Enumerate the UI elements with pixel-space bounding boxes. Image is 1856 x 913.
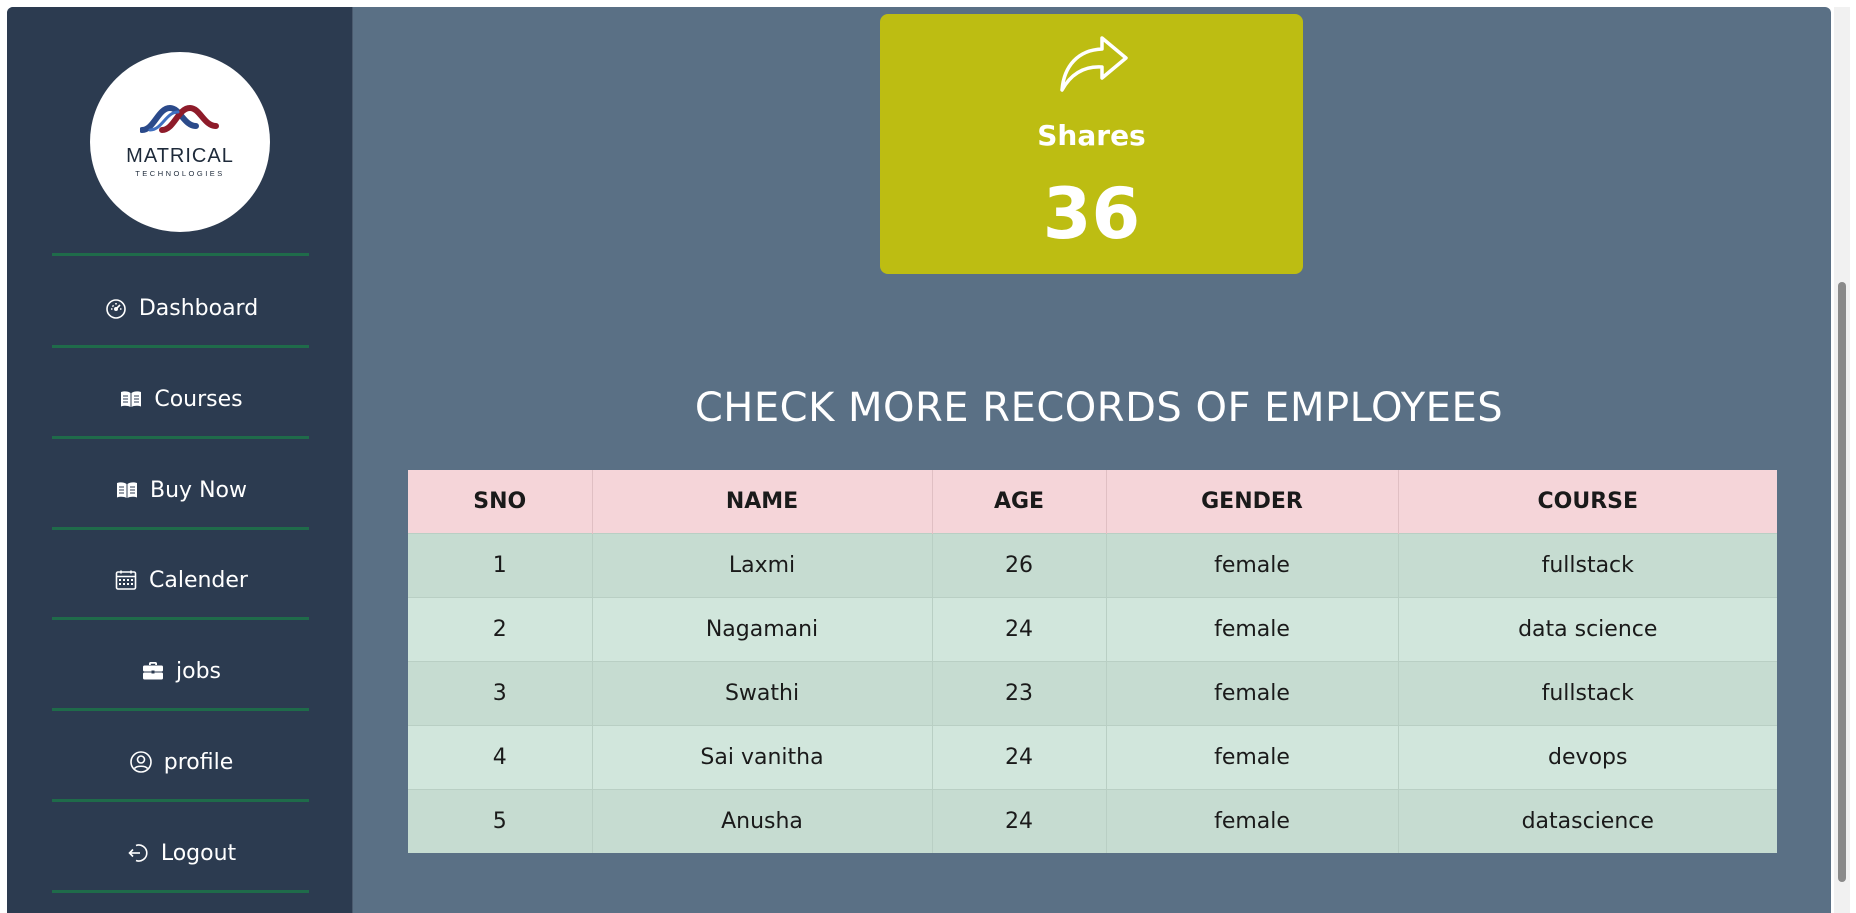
table-row: 1 Laxmi 26 female fullstack xyxy=(408,533,1777,598)
cell-course: datascience xyxy=(1398,789,1777,853)
cell-gender: female xyxy=(1106,725,1399,790)
cell-sno: 5 xyxy=(408,789,593,853)
column-header-sno: SNO xyxy=(408,470,593,534)
logo-mark-icon xyxy=(140,104,219,133)
nav-divider xyxy=(52,890,309,893)
briefcase-icon xyxy=(140,658,166,684)
cell-name: Sai vanitha xyxy=(592,725,933,790)
cell-course: fullstack xyxy=(1398,661,1777,726)
nav-divider xyxy=(52,527,309,530)
cell-course: data science xyxy=(1398,597,1777,662)
employees-table: SNO NAME AGE GENDER COURSE 1 Laxmi 26 fe… xyxy=(408,470,1777,853)
sidebar-item-label: Logout xyxy=(160,840,237,866)
cell-gender: female xyxy=(1106,789,1399,853)
cell-sno: 4 xyxy=(408,725,593,790)
table-row: 3 Swathi 23 female fullstack xyxy=(408,661,1777,726)
cell-sno: 3 xyxy=(408,661,593,726)
cell-gender: female xyxy=(1106,597,1399,662)
sidebar-item-label: Dashboard xyxy=(138,295,259,321)
cell-gender: female xyxy=(1106,533,1399,598)
sidebar-item-jobs[interactable]: jobs xyxy=(52,627,309,715)
section-heading: CHECK MORE RECORDS OF EMPLOYEES xyxy=(694,385,1504,431)
speedometer-icon xyxy=(103,295,129,321)
column-header-age: AGE xyxy=(932,470,1107,534)
company-logo: MATRICAL TECHNOLOGIES xyxy=(90,52,270,232)
scrollbar-thumb[interactable] xyxy=(1838,282,1846,882)
table-header-row: SNO NAME AGE GENDER COURSE xyxy=(408,470,1777,534)
cell-gender: female xyxy=(1106,661,1399,726)
column-header-course: COURSE xyxy=(1398,470,1777,534)
book-icon xyxy=(114,477,140,503)
cell-age: 24 xyxy=(932,597,1107,662)
nav-divider xyxy=(52,253,309,256)
table-row: 2 Nagamani 24 female data science xyxy=(408,597,1777,662)
table-row: 4 Sai vanitha 24 female devops xyxy=(408,725,1777,790)
cell-course: fullstack xyxy=(1398,533,1777,598)
book-icon xyxy=(118,386,144,412)
cell-name: Nagamani xyxy=(592,597,933,662)
sidebar-item-label: Buy Now xyxy=(150,477,247,503)
sidebar-item-label: Calender xyxy=(149,567,248,593)
cell-name: Laxmi xyxy=(592,533,933,598)
sidebar-item-profile[interactable]: profile xyxy=(52,718,309,806)
sidebar-item-logout[interactable]: Logout xyxy=(52,809,309,897)
nav-divider xyxy=(52,799,309,802)
sidebar-item-label: Courses xyxy=(154,386,243,412)
logo-tagline: TECHNOLOGIES xyxy=(135,169,225,178)
sidebar: MATRICAL TECHNOLOGIES Dashboard Courses … xyxy=(7,7,353,913)
sidebar-item-courses[interactable]: Courses xyxy=(52,355,309,443)
nav-divider xyxy=(52,436,309,439)
user-circle-icon xyxy=(128,749,154,775)
vertical-scrollbar[interactable] xyxy=(1834,7,1850,913)
nav-divider xyxy=(52,345,309,348)
column-header-gender: GENDER xyxy=(1106,470,1399,534)
table-row: 5 Anusha 24 female datascience xyxy=(408,789,1777,853)
logout-icon xyxy=(125,840,151,866)
shares-card: Shares 36 xyxy=(880,14,1303,274)
cell-name: Anusha xyxy=(592,789,933,853)
card-label: Shares xyxy=(1037,119,1146,152)
card-value: 36 xyxy=(1042,173,1141,255)
column-header-name: NAME xyxy=(592,470,933,534)
nav-divider xyxy=(52,708,309,711)
sidebar-item-buy-now[interactable]: Buy Now xyxy=(52,446,309,534)
cell-age: 26 xyxy=(932,533,1107,598)
sidebar-item-calender[interactable]: Calender xyxy=(52,536,309,624)
cell-course: devops xyxy=(1398,725,1777,790)
calendar-icon xyxy=(113,567,139,593)
app-window: MATRICAL TECHNOLOGIES Dashboard Courses … xyxy=(7,7,1831,913)
sidebar-item-dashboard[interactable]: Dashboard xyxy=(52,264,309,352)
share-icon xyxy=(1060,36,1128,92)
nav-divider xyxy=(52,617,309,620)
cell-age: 23 xyxy=(932,661,1107,726)
logo-name: MATRICAL xyxy=(126,145,234,167)
cell-sno: 2 xyxy=(408,597,593,662)
cell-age: 24 xyxy=(932,789,1107,853)
cell-age: 24 xyxy=(932,725,1107,790)
cell-sno: 1 xyxy=(408,533,593,598)
cell-name: Swathi xyxy=(592,661,933,726)
sidebar-item-label: jobs xyxy=(176,658,221,684)
sidebar-item-label: profile xyxy=(163,749,234,775)
